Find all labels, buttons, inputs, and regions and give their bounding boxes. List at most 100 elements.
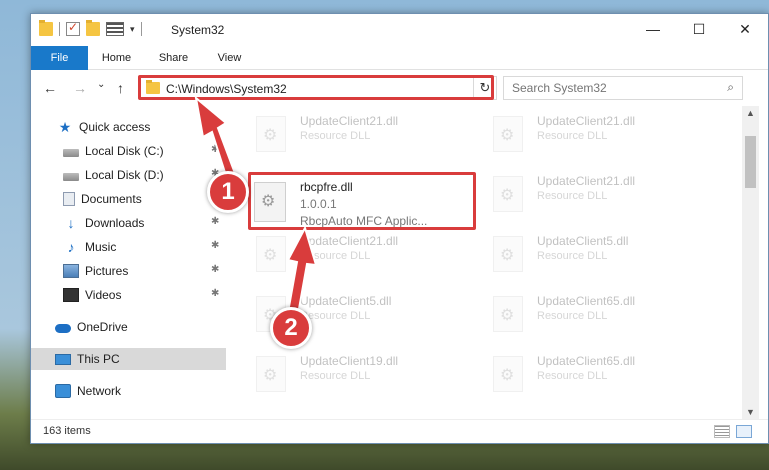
- folder-icon: [39, 20, 53, 36]
- dll-file-icon: [256, 356, 286, 392]
- chevron-down-icon[interactable]: ▾: [130, 24, 135, 35]
- file-name: UpdateClient5.dll: [537, 234, 629, 248]
- tab-share[interactable]: Share: [145, 46, 202, 70]
- back-arrow-icon[interactable]: ←: [43, 80, 57, 96]
- sidebar-item-label: Music: [85, 240, 117, 254]
- music-icon: ♪: [67, 239, 75, 255]
- scrollbar-thumb[interactable]: [745, 136, 756, 188]
- tab-file[interactable]: File: [31, 46, 88, 70]
- file-tile[interactable]: UpdateClient19.dll Resource DLL: [226, 348, 456, 402]
- recent-locations-icon[interactable]: ⌄: [97, 79, 105, 90]
- dll-file-icon: [256, 116, 286, 152]
- dll-file-icon: [493, 296, 523, 332]
- dll-file-icon: [493, 116, 523, 152]
- customize-view-icon[interactable]: [106, 22, 124, 36]
- sidebar-item-label: Local Disk (D:): [85, 168, 164, 182]
- sidebar-item-label: Downloads: [85, 216, 145, 230]
- file-tile[interactable]: UpdateClient65.dll Resource DLL: [463, 288, 693, 342]
- file-description: Resource DLL: [537, 130, 608, 142]
- file-name: UpdateClient19.dll: [300, 354, 399, 368]
- sidebar-item-label: Network: [77, 384, 122, 398]
- vertical-scrollbar[interactable]: ▲ ▼: [742, 106, 759, 419]
- sidebar-item-onedrive[interactable]: OneDrive: [31, 316, 226, 338]
- file-tile[interactable]: UpdateClient21.dll Resource DLL: [463, 168, 693, 222]
- sidebar-item-downloads[interactable]: ↓ Downloads ✱: [31, 212, 226, 234]
- pin-icon[interactable]: ✱: [211, 288, 219, 299]
- dll-file-icon: [493, 236, 523, 272]
- download-icon: ↓: [67, 215, 75, 231]
- pin-icon[interactable]: ✱: [211, 216, 219, 227]
- file-tile[interactable]: UpdateClient21.dll Resource DLL: [463, 108, 693, 162]
- search-input[interactable]: [512, 78, 712, 98]
- search-icon[interactable]: ⌕: [727, 80, 734, 95]
- sidebar-item-quick-access[interactable]: ★ Quick access: [31, 116, 226, 138]
- scroll-up-icon[interactable]: ▲: [746, 108, 755, 118]
- window-title: System32: [171, 23, 225, 37]
- up-arrow-icon[interactable]: ↑: [117, 80, 124, 96]
- file-description: Resource DLL: [537, 250, 608, 262]
- sidebar-item-label: Videos: [85, 288, 122, 302]
- file-tile[interactable]: UpdateClient21.dll Resource DLL: [226, 228, 456, 282]
- pin-icon[interactable]: ✱: [211, 240, 219, 251]
- large-icons-view-icon[interactable]: [736, 425, 752, 438]
- file-name: UpdateClient21.dll: [300, 114, 399, 128]
- file-tile[interactable]: UpdateClient5.dll Resource DLL: [463, 228, 693, 282]
- search-box[interactable]: ⌕: [503, 76, 743, 100]
- sidebar-item-label: This PC: [77, 352, 120, 366]
- file-name: UpdateClient65.dll: [537, 294, 636, 308]
- sidebar-item-pictures[interactable]: Pictures ✱: [31, 260, 226, 282]
- sidebar-item-label: OneDrive: [77, 320, 128, 334]
- quick-access-toolbar: ▾: [39, 20, 142, 36]
- step-badge-2: 2: [270, 307, 312, 349]
- sidebar-item-videos[interactable]: Videos ✱: [31, 284, 226, 306]
- scroll-down-icon[interactable]: ▼: [746, 407, 755, 417]
- sidebar-item-music[interactable]: ♪ Music ✱: [31, 236, 226, 258]
- ribbon-tabs: File Home Share View: [31, 46, 768, 70]
- sidebar-item-local-disk-c[interactable]: Local Disk (C:) ✱: [31, 140, 226, 162]
- item-count: 163 items: [43, 425, 91, 437]
- videos-icon: [63, 288, 79, 302]
- navigation-pane: ★ Quick access Local Disk (C:) ✱ Local D…: [31, 106, 226, 419]
- new-folder-icon[interactable]: [86, 20, 100, 36]
- tab-view[interactable]: View: [202, 46, 257, 70]
- file-name: UpdateClient65.dll: [537, 354, 636, 368]
- pictures-icon: [63, 264, 79, 278]
- cloud-icon: [55, 324, 71, 333]
- details-view-icon[interactable]: [714, 425, 730, 438]
- toolbar-separator: [59, 22, 60, 36]
- pc-icon: [55, 353, 71, 365]
- file-tile[interactable]: UpdateClient65.dll Resource DLL: [463, 348, 693, 402]
- sidebar-item-label: Documents: [81, 192, 142, 206]
- file-name: UpdateClient5.dll: [300, 294, 392, 308]
- sidebar-item-label: Pictures: [85, 264, 129, 278]
- file-description: Resource DLL: [300, 130, 371, 142]
- pin-icon[interactable]: ✱: [211, 144, 219, 155]
- sidebar-item-documents[interactable]: Documents ✱: [31, 188, 226, 210]
- properties-check-icon[interactable]: [66, 20, 80, 36]
- network-icon: [55, 384, 71, 398]
- step-badge-1: 1: [207, 171, 249, 213]
- forward-arrow-icon[interactable]: →: [73, 80, 87, 96]
- minimize-button[interactable]: —: [630, 14, 676, 44]
- file-tile[interactable]: UpdateClient21.dll Resource DLL: [226, 108, 456, 162]
- file-description: Resource DLL: [300, 250, 371, 262]
- sidebar-item-label: Quick access: [79, 120, 151, 134]
- sidebar-item-local-disk-d[interactable]: Local Disk (D:) ✱: [31, 164, 226, 186]
- file-description: Resource DLL: [537, 370, 608, 382]
- pin-icon[interactable]: ✱: [211, 264, 219, 275]
- close-button[interactable]: ✕: [722, 14, 768, 44]
- sidebar-item-label: Local Disk (C:): [85, 144, 164, 158]
- tab-home[interactable]: Home: [88, 46, 145, 70]
- file-name: UpdateClient21.dll: [537, 114, 636, 128]
- file-name: UpdateClient21.dll: [537, 174, 636, 188]
- title-bar: ▾ System32 — ☐ ✕: [31, 14, 768, 46]
- address-bar-highlight: [138, 75, 494, 100]
- sidebar-item-this-pc[interactable]: This PC: [31, 348, 226, 370]
- file-name: UpdateClient21.dll: [300, 234, 399, 248]
- sidebar-item-network[interactable]: Network: [31, 380, 226, 402]
- maximize-button[interactable]: ☐: [676, 14, 722, 44]
- star-icon: ★: [58, 119, 72, 135]
- documents-icon: [63, 192, 75, 206]
- file-tile[interactable]: UpdateClient5.dll Resource DLL: [226, 288, 456, 342]
- disk-icon: [63, 172, 79, 181]
